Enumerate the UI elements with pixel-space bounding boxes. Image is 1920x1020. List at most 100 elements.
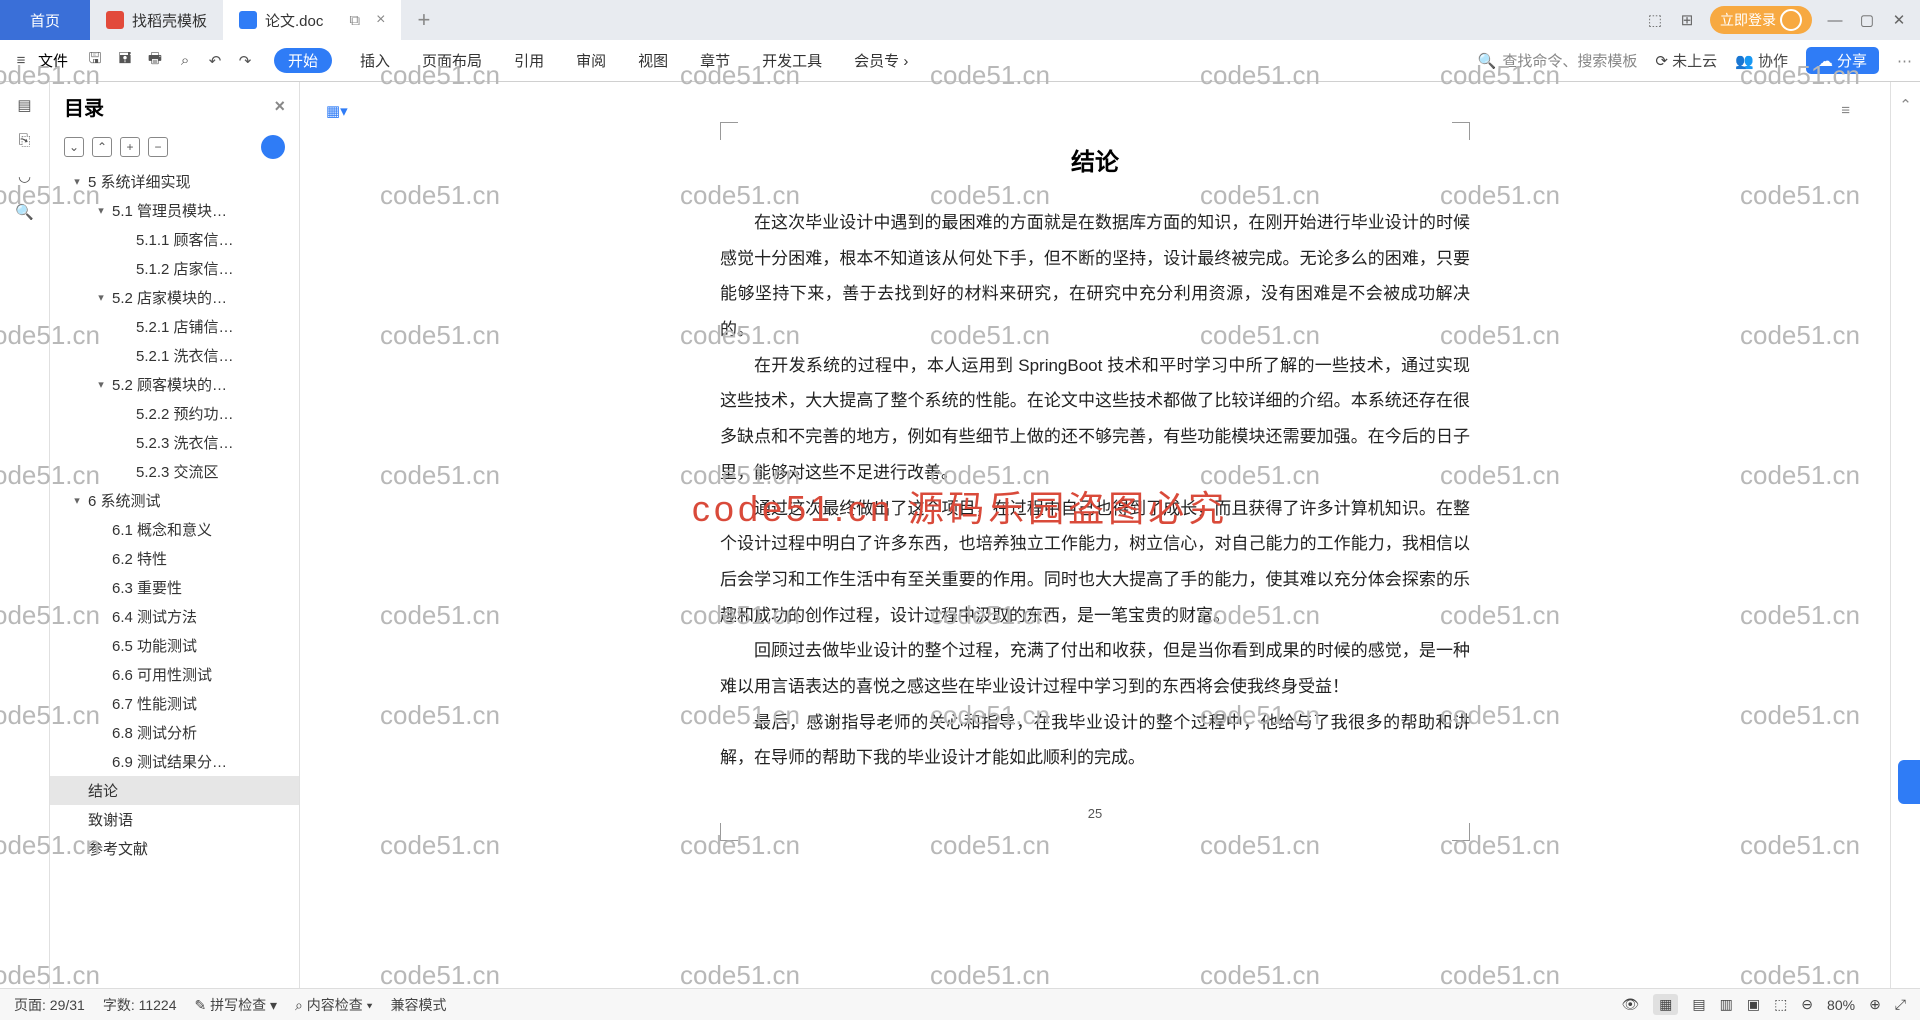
- toc-item[interactable]: 6.6 可用性测试: [50, 660, 299, 689]
- toc-item[interactable]: 5.2.3 交流区: [50, 457, 299, 486]
- undo-icon[interactable]: ↶: [202, 48, 228, 74]
- zoom-in-icon[interactable]: ⊕: [1869, 996, 1881, 1013]
- tab-ref[interactable]: 引用: [510, 48, 548, 73]
- crop-mark: [1452, 823, 1470, 841]
- tab-view[interactable]: 视图: [634, 48, 672, 73]
- bookmark-icon[interactable]: ◡: [18, 167, 31, 185]
- app-tabbar: 首页 找稻壳模板 论文.doc ⧉ × + ⬚ ⊞ 立即登录 — ▢ ✕: [0, 0, 1920, 40]
- close-icon[interactable]: ×: [376, 11, 385, 29]
- tab-home[interactable]: 首页: [0, 0, 90, 40]
- collab-button[interactable]: 👥 协作: [1735, 50, 1788, 71]
- eye-icon[interactable]: 👁: [1621, 996, 1639, 1013]
- search-box[interactable]: 🔍 查找命令、搜索模板: [1478, 50, 1638, 71]
- view-outline-icon[interactable]: ▤: [1692, 996, 1705, 1013]
- tab-dev[interactable]: 开发工具: [758, 48, 826, 73]
- expand-all-icon[interactable]: ⌃: [92, 137, 112, 157]
- apps-icon[interactable]: ⊞: [1678, 11, 1696, 29]
- document-area[interactable]: ▦▾ ≡ 结论 在这次毕业设计中遇到的最困难的方面就是在数据库方面的知识，在刚开…: [300, 82, 1890, 988]
- toc-item[interactable]: 6.7 性能测试: [50, 689, 299, 718]
- close-sidebar-icon[interactable]: ×: [274, 96, 285, 117]
- toc-item[interactable]: 5.2.1 洗衣信…: [50, 341, 299, 370]
- side-flyout-tab[interactable]: [1898, 760, 1920, 804]
- bookmark-rail-icon[interactable]: ⎘: [18, 132, 30, 149]
- menubar-right: 🔍 查找命令、搜索模板 ⟳ 未上云 👥 协作 ☁ 分享 ⋯: [1478, 47, 1912, 74]
- doc-title: 结论: [720, 142, 1470, 177]
- view-read-icon[interactable]: ▣: [1747, 996, 1760, 1013]
- toc-item[interactable]: 6.2 特性: [50, 544, 299, 573]
- search-rail-icon[interactable]: 🔍: [15, 203, 34, 221]
- close-window-icon[interactable]: ✕: [1890, 11, 1908, 29]
- maximize-icon[interactable]: ▢: [1858, 11, 1876, 29]
- toc-item[interactable]: 5.2.2 预约功…: [50, 399, 299, 428]
- tab-start[interactable]: 开始: [274, 48, 332, 73]
- redo-icon[interactable]: ↷: [232, 48, 258, 74]
- remove-icon[interactable]: −: [148, 137, 168, 157]
- toc-item[interactable]: 6.1 概念和意义: [50, 515, 299, 544]
- page-indicator[interactable]: 页面: 29/31: [14, 995, 85, 1015]
- toc-item[interactable]: 5.2.1 店铺信…: [50, 312, 299, 341]
- content-check-button[interactable]: ⌕ 内容检查 ▾: [295, 995, 373, 1015]
- page-number: 25: [720, 806, 1470, 821]
- spellcheck-button[interactable]: ✎ 拼写检查 ▾: [195, 995, 278, 1015]
- tab-review[interactable]: 审阅: [572, 48, 610, 73]
- doc-paragraph: 在开发系统的过程中，本人运用到 SpringBoot 技术和平时学习中所了解的一…: [720, 348, 1470, 491]
- new-tab[interactable]: +: [401, 0, 446, 40]
- hamburger-icon[interactable]: ≡: [8, 48, 34, 74]
- toc-item[interactable]: 6.3 重要性: [50, 573, 299, 602]
- toc-item[interactable]: 致谢语: [50, 805, 299, 834]
- tab-layout[interactable]: 页面布局: [418, 48, 486, 73]
- cloud-status[interactable]: ⟳ 未上云: [1655, 50, 1717, 71]
- toc-item[interactable]: 5.2.3 洗衣信…: [50, 428, 299, 457]
- tab-member[interactable]: 会员专 ›: [850, 48, 912, 73]
- tab-template[interactable]: 找稻壳模板: [90, 0, 223, 40]
- toc-item[interactable]: 6.5 功能测试: [50, 631, 299, 660]
- toc-item[interactable]: 6.9 测试结果分…: [50, 747, 299, 776]
- toc-item[interactable]: 参考文献: [50, 834, 299, 863]
- toc-item[interactable]: ▾5.1 管理员模块…: [50, 196, 299, 225]
- login-button[interactable]: 立即登录: [1710, 6, 1812, 34]
- minimize-icon[interactable]: —: [1826, 11, 1844, 29]
- toc-item[interactable]: 5.1.2 店家信…: [50, 254, 299, 283]
- layout-icon[interactable]: ⬚: [1646, 11, 1664, 29]
- ai-bubble-icon[interactable]: [261, 135, 285, 159]
- preview-icon[interactable]: ⌕: [172, 48, 198, 74]
- page-tool-icon[interactable]: ▦▾: [326, 102, 348, 120]
- toc-item[interactable]: 结论: [50, 776, 299, 805]
- zoom-out-icon[interactable]: ⊖: [1801, 996, 1813, 1013]
- view-web-icon[interactable]: ▥: [1720, 996, 1733, 1013]
- docer-icon: [106, 11, 124, 29]
- zoom-level[interactable]: 80%: [1827, 997, 1855, 1013]
- toc-item[interactable]: 5.1.1 顾客信…: [50, 225, 299, 254]
- save-icon[interactable]: 🖫: [82, 48, 108, 74]
- saveas-icon[interactable]: 🖬: [112, 48, 138, 74]
- file-menu[interactable]: 文件: [38, 50, 68, 71]
- toc-item[interactable]: 6.4 测试方法: [50, 602, 299, 631]
- toc-item[interactable]: ▾6 系统测试: [50, 486, 299, 515]
- tab-doc[interactable]: 论文.doc ⧉ ×: [223, 0, 401, 40]
- more-icon[interactable]: ⋯: [1897, 52, 1912, 70]
- compat-mode[interactable]: 兼容模式: [391, 995, 447, 1015]
- right-rail: ⌃: [1890, 82, 1920, 988]
- toc-item[interactable]: ▾5.2 店家模块的…: [50, 283, 299, 312]
- fit-icon[interactable]: ⤢: [1895, 996, 1906, 1013]
- word-count[interactable]: 字数: 11224: [103, 995, 177, 1015]
- add-icon[interactable]: +: [120, 137, 140, 157]
- crop-mark: [1452, 122, 1470, 140]
- collapse-all-icon[interactable]: ⌄: [64, 137, 84, 157]
- outline-icon[interactable]: ▤: [17, 96, 31, 114]
- sidebar-header: 目录 ×: [50, 82, 299, 131]
- print-icon[interactable]: 🖶: [142, 48, 168, 74]
- window-controls: ⬚ ⊞ 立即登录 — ▢ ✕: [1646, 6, 1920, 34]
- toc-item[interactable]: ▾5 系统详细实现: [50, 167, 299, 196]
- tab-insert[interactable]: 插入: [356, 48, 394, 73]
- tab-chapter[interactable]: 章节: [696, 48, 734, 73]
- menubar: ≡ 文件 🖫 🖬 🖶 ⌕ ↶ ↷ 开始 插入 页面布局 引用 审阅 视图 章节 …: [0, 40, 1920, 82]
- view-focus-icon[interactable]: ⬚: [1774, 996, 1787, 1013]
- share-button[interactable]: ☁ 分享: [1806, 47, 1879, 74]
- view-page-icon[interactable]: ▦: [1653, 994, 1678, 1015]
- toc-item[interactable]: 6.8 测试分析: [50, 718, 299, 747]
- window-mode-icon[interactable]: ⧉: [349, 12, 360, 29]
- scroll-up-icon[interactable]: ⌃: [1899, 96, 1912, 114]
- page-settings-icon[interactable]: ≡: [1841, 102, 1850, 119]
- toc-item[interactable]: ▾5.2 顾客模块的…: [50, 370, 299, 399]
